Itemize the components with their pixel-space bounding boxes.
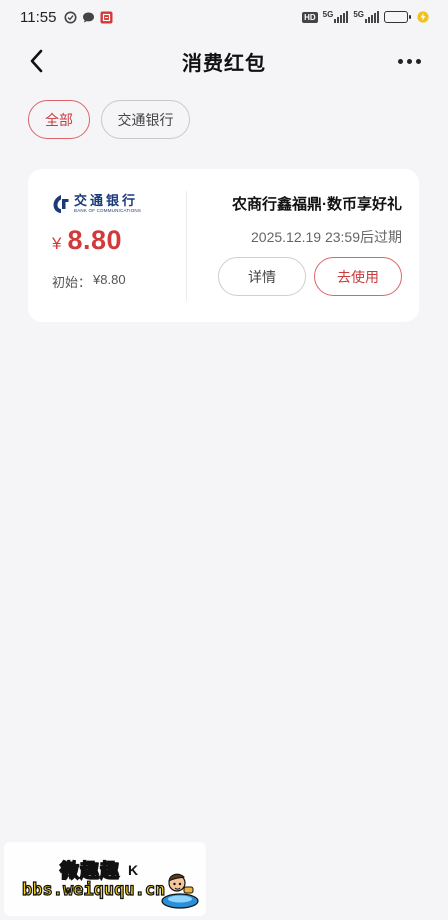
filter-chip-bank[interactable]: 交通银行: [101, 100, 190, 139]
card-info-section: 农商行鑫福鼎·数币享好礼 2025.12.19 23:59后过期 详情 去使用: [200, 193, 402, 296]
filter-chip-all[interactable]: 全部: [28, 100, 90, 139]
page-title: 消费红包: [182, 52, 266, 75]
chat-bubble-icon: [82, 11, 95, 24]
more-button[interactable]: [392, 46, 426, 76]
app-notification-icon: [100, 11, 113, 24]
bank-logo-chinese: 交通银行: [74, 193, 139, 209]
watermark-mark: K: [128, 862, 139, 878]
use-button[interactable]: 去使用: [314, 257, 402, 296]
signal-strength-icon: 5G: [353, 11, 379, 23]
coupon-amount: ¥ 8.80: [52, 225, 187, 256]
amount-value: 8.80: [67, 225, 123, 255]
mascot-icon: [161, 873, 199, 909]
bank-of-communications-logo-icon: [53, 195, 69, 213]
detail-button[interactable]: 详情: [218, 257, 306, 296]
circle-check-icon: [64, 11, 77, 24]
watermark-title: 微趣趣: [59, 860, 121, 883]
initial-amount: 初始： ¥8.80: [52, 272, 187, 291]
status-time: 11:55: [20, 8, 57, 26]
back-button[interactable]: [22, 46, 52, 76]
more-horizontal-icon: [397, 58, 421, 64]
hd-voice-icon: HD: [302, 11, 318, 23]
watermark-url: bbs.weiququ.cn: [21, 879, 166, 900]
battery-icon: [384, 11, 411, 23]
card-actions: 详情 去使用: [218, 257, 402, 296]
coupon-title: 农商行鑫福鼎·数币享好礼: [232, 196, 402, 213]
initial-label: 初始：: [52, 275, 92, 290]
filter-row: 全部 交通银行: [28, 100, 190, 139]
chevron-left-icon: [30, 49, 43, 73]
coupon-expiry: 2025.12.19 23:59后过期: [251, 229, 402, 245]
currency-symbol: ¥: [52, 234, 62, 253]
status-bar: 11:55 HD 5G 5G: [0, 0, 448, 34]
charging-bolt-icon: [417, 11, 429, 23]
nav-bar: 消费红包: [0, 34, 448, 88]
card-amount-section: 交通银行 BANK OF COMMUNICATIONS ¥ 8.80 初始： ¥…: [52, 193, 187, 303]
signal-strength-icon: 5G: [323, 11, 349, 23]
watermark: 微趣趣 K bbs.weiququ.cn: [4, 842, 206, 916]
bank-logo: 交通银行 BANK OF COMMUNICATIONS: [52, 193, 187, 215]
card-divider: [186, 191, 187, 301]
bank-logo-english: BANK OF COMMUNICATIONS: [74, 207, 142, 213]
initial-value: ¥8.80: [93, 272, 126, 287]
red-packet-card: 交通银行 BANK OF COMMUNICATIONS ¥ 8.80 初始： ¥…: [28, 169, 419, 322]
